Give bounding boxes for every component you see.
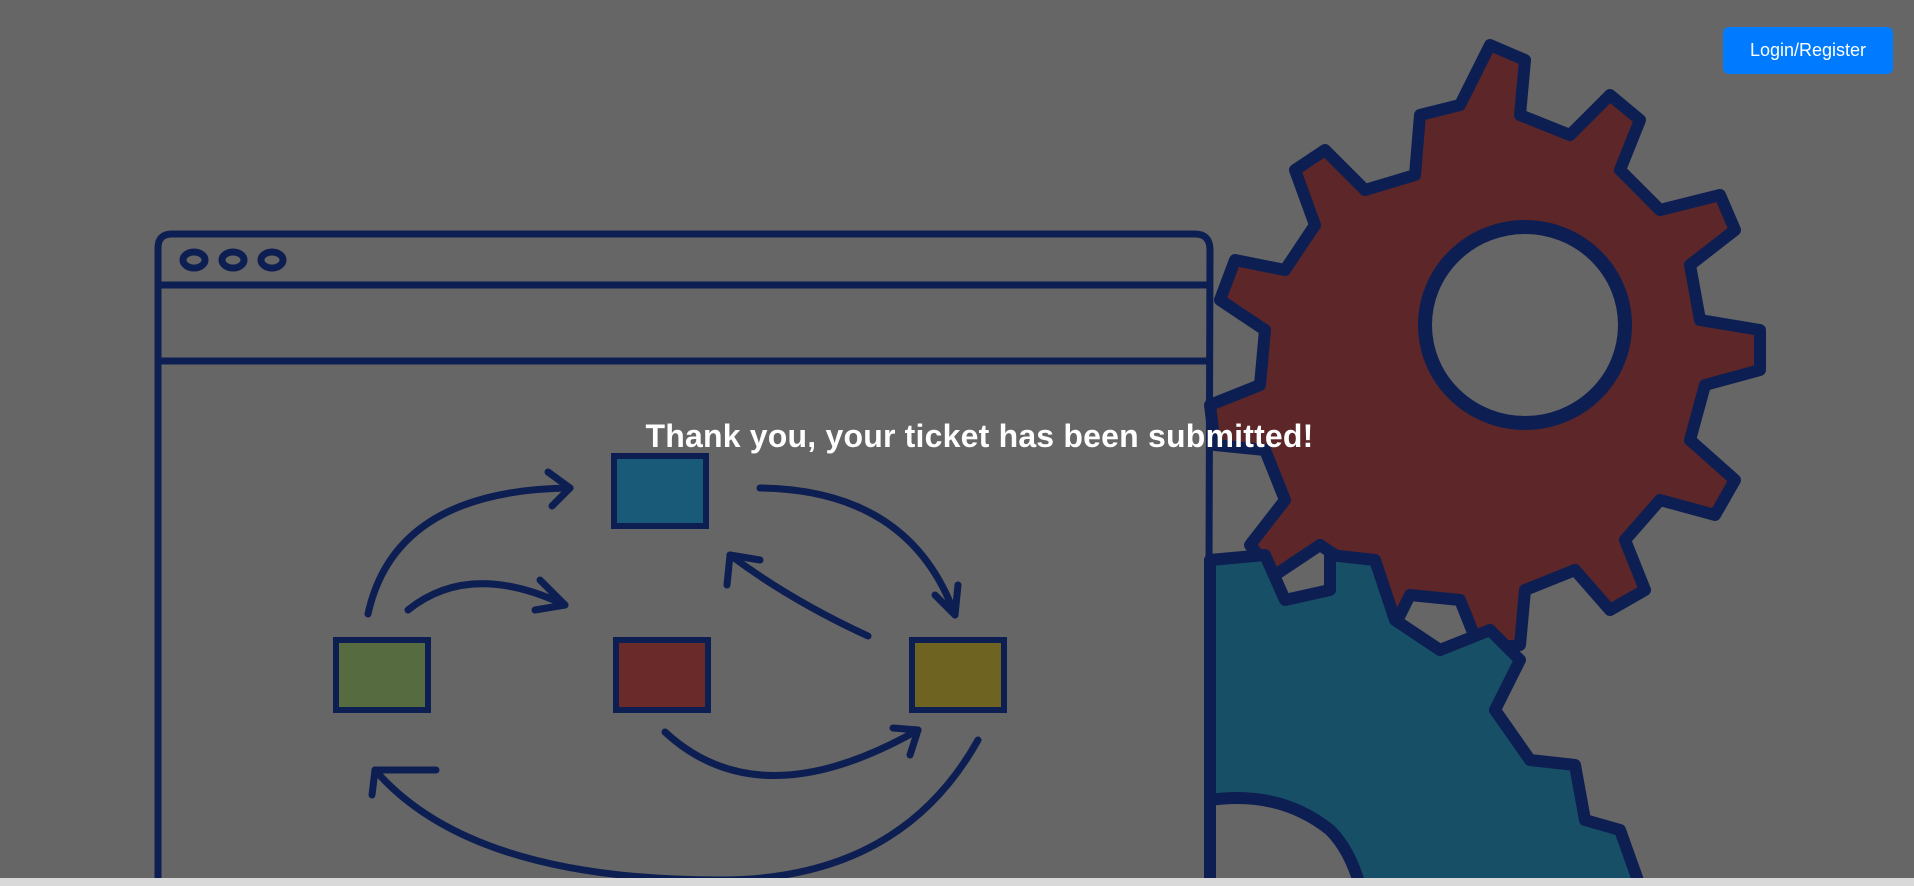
confirmation-message: Thank you, your ticket has been submitte… bbox=[645, 418, 1314, 454]
page: Login/Register Thank you, your ticket ha… bbox=[0, 0, 1914, 886]
bottom-scrollbar[interactable] bbox=[0, 878, 1914, 886]
login-register-button[interactable]: Login/Register bbox=[1723, 27, 1893, 74]
